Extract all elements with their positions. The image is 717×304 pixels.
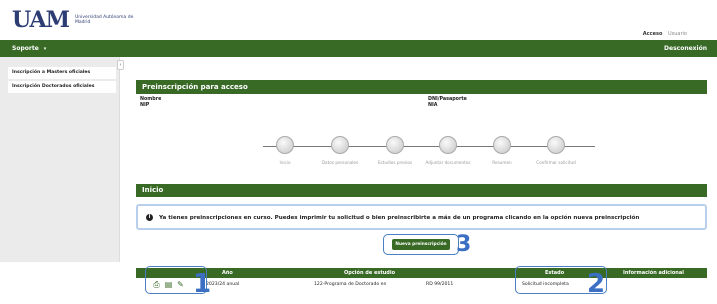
nip-label: NIP (140, 103, 150, 108)
col-study-option: Opción de estudio (344, 270, 395, 276)
sidebar-item-doctorados[interactable]: Inscripción Doctorados oficiales (8, 81, 116, 93)
access-label[interactable]: Acceso (643, 31, 663, 37)
new-preinscription-button[interactable]: Nueva preinscripción (392, 239, 450, 250)
info-name-block: Nombre NIP (140, 97, 161, 109)
logo-mark: UAM (12, 7, 70, 33)
sidebar-collapse-icon[interactable]: ‹ (117, 60, 124, 70)
step-label: Confirmar solicitud (536, 160, 576, 165)
step-circle-icon (276, 136, 294, 154)
support-menu[interactable]: Soporte ▾ (12, 45, 46, 52)
cell-study-option: 122-Programa de Doctorado en (314, 282, 387, 287)
step-label: Resumen (492, 160, 512, 165)
uam-logo[interactable]: UAM Universidad Autónoma de Madrid (12, 9, 135, 31)
applications-table-header: Año Opción de estudio Estado Información… (136, 268, 707, 278)
info-dni-block: DNI/Pasaporte NIA (428, 97, 467, 109)
info-icon: i (146, 214, 153, 221)
step-circle-icon (493, 136, 511, 154)
annotation-number-3: 3 (456, 232, 472, 257)
step-label: Datos personales (321, 160, 359, 165)
step-inicio: Inicio (260, 136, 310, 166)
access-area: Acceso Usuario (643, 31, 687, 37)
support-label: Soporte (12, 45, 39, 52)
info-alert: i Ya tienes preinscripciones en curso. Pu… (136, 204, 707, 230)
inicio-title: Inicio (136, 184, 707, 197)
step-estudios-previos: Estudios previos (370, 136, 420, 166)
user-label[interactable]: Usuario (668, 31, 687, 37)
nia-label: NIA (428, 103, 438, 108)
logout-link[interactable]: Desconexión (664, 45, 707, 52)
preinscription-title: Preinscripción para acceso (136, 80, 707, 94)
col-extra-info: Información adicional (623, 270, 684, 276)
chevron-down-icon: ▾ (43, 46, 47, 52)
step-label: Adjuntar documentos (425, 160, 471, 165)
step-resumen: Resumen (477, 136, 527, 166)
main-navbar: Soporte ▾ Desconexión (0, 40, 717, 57)
step-confirmar-solicitud: Confirmar solicitud (531, 136, 581, 166)
cell-regulation: RD 99/2011 (426, 282, 454, 287)
step-adjuntar-documentos: Adjuntar documentos (423, 136, 473, 166)
annotation-number-1: 1 (193, 269, 212, 299)
step-circle-icon (439, 136, 457, 154)
col-year: Año (222, 270, 233, 276)
sidebar: Inscripción a Masters oficiales Inscripc… (0, 57, 120, 262)
step-datos-personales: Datos personales (315, 136, 365, 166)
logo-text: Universidad Autónoma de Madrid (74, 15, 134, 25)
step-circle-icon (386, 136, 404, 154)
top-header: UAM Universidad Autónoma de Madrid Acces… (0, 0, 717, 40)
annotation-number-2: 2 (587, 269, 606, 299)
step-label: Inicio (279, 160, 291, 165)
step-label: Estudios previos (377, 160, 413, 165)
table-row: ⎙ ▤ ✎ 2023/24 anual 122-Programa de Doct… (136, 279, 707, 291)
step-circle-icon (547, 136, 565, 154)
step-circle-icon (331, 136, 349, 154)
alert-text: Ya tienes preinscripciones en curso. Pue… (159, 215, 640, 221)
sidebar-item-masters[interactable]: Inscripción a Masters oficiales (8, 67, 116, 79)
